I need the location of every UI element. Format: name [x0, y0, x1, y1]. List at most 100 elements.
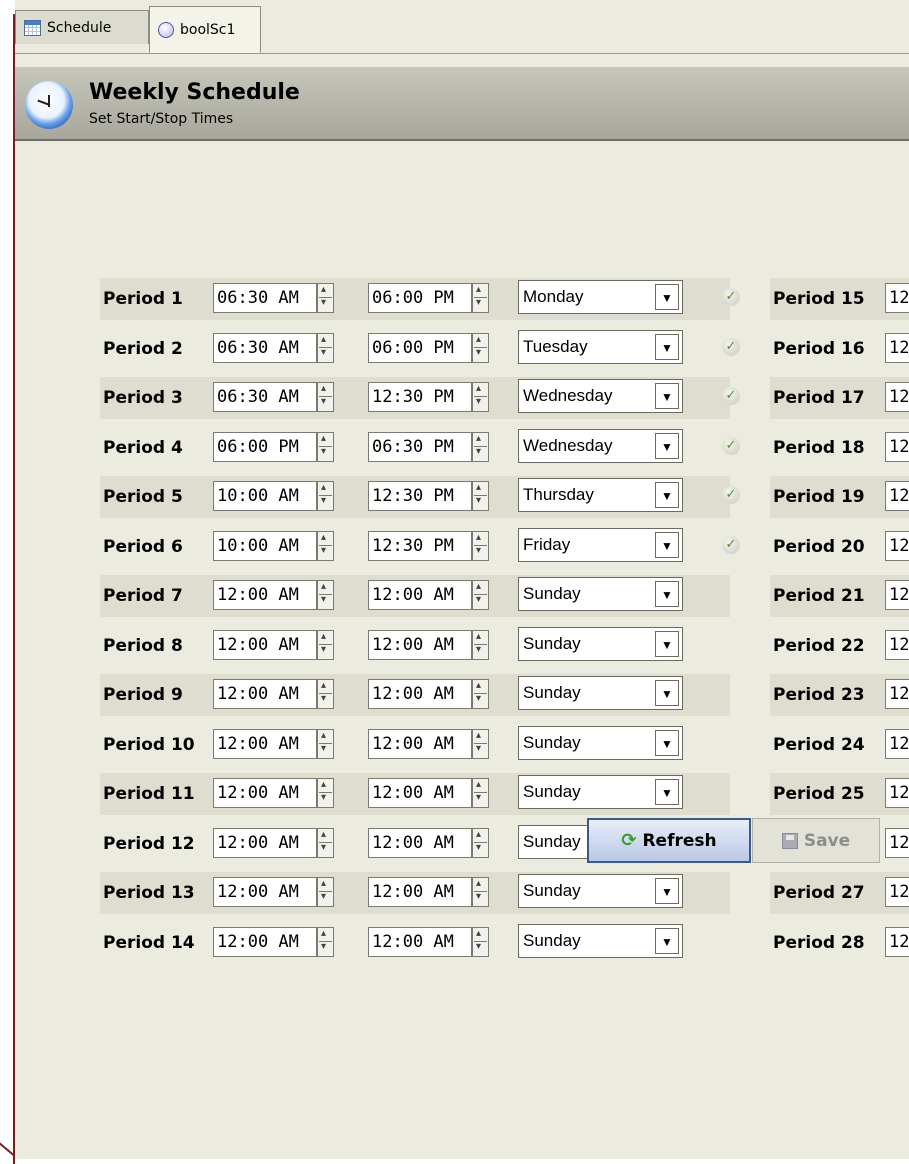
start-time-field[interactable]: 06:30 AM [213, 283, 317, 313]
chevron-down-icon[interactable]: ▼ [655, 432, 679, 459]
start-time-field[interactable]: 12 [885, 382, 909, 412]
stop-time-field[interactable]: 12:00 AM [368, 926, 472, 957]
start-time-field[interactable]: 10:00 AM [213, 481, 317, 511]
day-select[interactable]: Sunday ▼ [518, 874, 683, 908]
stop-time-field[interactable]: 12:30 PM [368, 481, 472, 511]
start-time-field[interactable]: 12 [885, 530, 909, 561]
start-time-field[interactable]: 12 [885, 926, 909, 957]
stop-time-spinner[interactable] [472, 679, 489, 709]
tab-boolsc1[interactable]: boolSc1 [149, 6, 261, 53]
start-time-field[interactable]: 12:00 AM [213, 877, 317, 907]
tab-schedule[interactable]: Schedule [15, 10, 149, 44]
day-select[interactable]: Thursday ▼ [518, 478, 683, 512]
start-time-spinner[interactable] [317, 778, 334, 808]
stop-time-spinner[interactable] [472, 827, 489, 858]
start-time-spinner[interactable] [317, 926, 334, 957]
chevron-down-icon[interactable]: ▼ [655, 531, 679, 558]
start-time-field[interactable]: 12:00 AM [213, 827, 317, 858]
start-time-field[interactable]: 06:30 AM [213, 382, 317, 412]
stop-time-spinner[interactable] [472, 877, 489, 907]
stop-time-field[interactable]: 12:00 AM [368, 679, 472, 709]
start-time-spinner[interactable] [317, 877, 334, 907]
day-select[interactable]: Wednesday ▼ [518, 379, 683, 413]
save-button[interactable]: Save [752, 818, 880, 863]
day-select[interactable]: Tuesday ▼ [518, 329, 683, 364]
start-time-field[interactable]: 12:00 AM [213, 728, 317, 759]
start-time-field[interactable]: 12 [885, 877, 909, 907]
day-select[interactable]: Monday ▼ [518, 280, 683, 314]
start-time-field[interactable]: 12:00 AM [213, 778, 317, 808]
stop-time-field[interactable]: 12:00 AM [368, 728, 472, 759]
stop-time-field[interactable]: 12:00 AM [368, 629, 472, 660]
start-time-field[interactable]: 12:00 AM [213, 679, 317, 709]
chevron-down-icon[interactable]: ▼ [655, 729, 679, 756]
start-time-spinner[interactable] [317, 283, 334, 313]
start-time-spinner[interactable] [317, 431, 334, 462]
start-time-field[interactable]: 12 [885, 283, 909, 313]
stop-time-spinner[interactable] [472, 580, 489, 610]
day-select[interactable]: Sunday ▼ [518, 775, 683, 809]
chevron-down-icon[interactable]: ▼ [655, 779, 679, 805]
start-time-field[interactable]: 12 [885, 827, 909, 858]
stop-time-field[interactable]: 06:00 PM [368, 332, 472, 363]
stop-time-field[interactable]: 12:00 AM [368, 827, 472, 858]
day-select[interactable]: Sunday ▼ [518, 725, 683, 760]
stop-time-spinner[interactable] [472, 283, 489, 313]
start-time-spinner[interactable] [317, 481, 334, 511]
stop-time-field[interactable]: 12:00 AM [368, 580, 472, 610]
start-time-spinner[interactable] [317, 679, 334, 709]
stop-time-field[interactable]: 12:00 AM [368, 877, 472, 907]
start-time-field[interactable]: 12 [885, 580, 909, 610]
chevron-down-icon[interactable]: ▼ [655, 630, 679, 657]
stop-time-field[interactable]: 12:30 PM [368, 530, 472, 561]
start-time-field[interactable]: 12 [885, 431, 909, 462]
chevron-down-icon[interactable]: ▼ [655, 680, 679, 706]
start-time-spinner[interactable] [317, 580, 334, 610]
day-select[interactable]: Wednesday ▼ [518, 428, 683, 463]
chevron-down-icon[interactable]: ▼ [655, 482, 679, 508]
start-time-spinner[interactable] [317, 827, 334, 858]
start-time-field[interactable]: 12:00 AM [213, 580, 317, 610]
start-time-field[interactable]: 12 [885, 778, 909, 808]
day-select[interactable]: Sunday ▼ [518, 626, 683, 661]
stop-time-spinner[interactable] [472, 778, 489, 808]
start-time-spinner[interactable] [317, 530, 334, 561]
chevron-down-icon[interactable]: ▼ [655, 581, 679, 607]
chevron-down-icon[interactable]: ▼ [655, 927, 679, 954]
stop-time-spinner[interactable] [472, 481, 489, 511]
stop-time-field[interactable]: 06:30 PM [368, 431, 472, 462]
day-select[interactable]: Sunday ▼ [518, 923, 683, 958]
start-time-field[interactable]: 12:00 AM [213, 926, 317, 957]
stop-time-spinner[interactable] [472, 382, 489, 412]
stop-time-field[interactable]: 12:00 AM [368, 778, 472, 808]
chevron-down-icon[interactable]: ▼ [655, 284, 679, 310]
stop-time-field[interactable]: 12:30 PM [368, 382, 472, 412]
stop-time-spinner[interactable] [472, 629, 489, 660]
start-time-field[interactable]: 12 [885, 332, 909, 363]
refresh-button[interactable]: ⟳ Refresh [587, 818, 751, 863]
start-time-field[interactable]: 06:30 AM [213, 332, 317, 363]
start-time-spinner[interactable] [317, 629, 334, 660]
start-time-spinner[interactable] [317, 332, 334, 363]
start-time-field[interactable]: 12 [885, 679, 909, 709]
stop-time-spinner[interactable] [472, 530, 489, 561]
chevron-down-icon[interactable]: ▼ [655, 878, 679, 904]
day-select[interactable]: Sunday ▼ [518, 577, 683, 611]
start-time-field[interactable]: 10:00 AM [213, 530, 317, 561]
start-time-spinner[interactable] [317, 728, 334, 759]
stop-time-field[interactable]: 06:00 PM [368, 283, 472, 313]
day-select[interactable]: Sunday ▼ [518, 676, 683, 710]
stop-time-spinner[interactable] [472, 926, 489, 957]
chevron-down-icon[interactable]: ▼ [655, 333, 679, 360]
start-time-field[interactable]: 12 [885, 481, 909, 511]
stop-time-spinner[interactable] [472, 728, 489, 759]
stop-time-spinner[interactable] [472, 332, 489, 363]
day-select[interactable]: Friday ▼ [518, 527, 683, 562]
chevron-down-icon[interactable]: ▼ [655, 383, 679, 409]
start-time-field[interactable]: 12 [885, 629, 909, 660]
start-time-field[interactable]: 06:00 PM [213, 431, 317, 462]
start-time-field[interactable]: 12:00 AM [213, 629, 317, 660]
start-time-field[interactable]: 12 [885, 728, 909, 759]
start-time-spinner[interactable] [317, 382, 334, 412]
stop-time-spinner[interactable] [472, 431, 489, 462]
